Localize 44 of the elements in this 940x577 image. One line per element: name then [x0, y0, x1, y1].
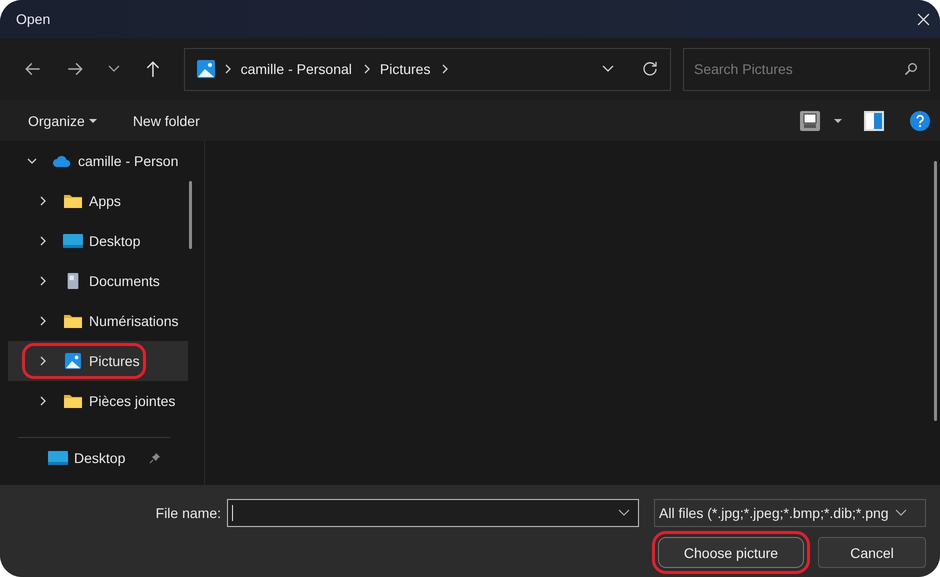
chevron-down-icon[interactable]: [602, 65, 614, 73]
breadcrumb-item[interactable]: Pictures: [380, 61, 430, 77]
chevron-down-icon[interactable]: [618, 509, 630, 517]
organize-menu-button[interactable]: Organize: [16, 106, 109, 134]
desktop-icon: [48, 450, 68, 466]
tree-item[interactable]: camille - Person: [8, 141, 188, 181]
help-icon[interactable]: [910, 110, 930, 130]
search-field[interactable]: Search Pictures: [682, 48, 930, 90]
caret-icon: [88, 118, 97, 122]
folder-icon: [63, 313, 83, 329]
window-title: Open: [16, 11, 50, 27]
quick-access-item[interactable]: Desktop: [8, 440, 188, 476]
file-name-label: File name:: [156, 505, 221, 521]
pictures-icon: [63, 353, 83, 369]
search-icon: [904, 62, 918, 76]
back-arrow-icon[interactable]: [24, 60, 42, 78]
chevron-right-icon: [442, 64, 448, 74]
new-folder-button[interactable]: New folder: [120, 106, 212, 134]
refresh-icon[interactable]: [642, 61, 658, 77]
folder-icon: [63, 193, 83, 209]
chevron-down-icon[interactable]: [894, 509, 907, 517]
chevron-right-icon: [224, 64, 231, 74]
cancel-button[interactable]: Cancel: [818, 537, 926, 568]
breadcrumb-item[interactable]: camille - Personal: [240, 61, 352, 77]
file-type-dropdown[interactable]: All files (*.jpg;*.jpeg;*.bmp;*.dib;*.png: [654, 499, 926, 527]
cloud-icon: [52, 153, 72, 169]
address-bar[interactable]: camille - Personal Pictures: [184, 48, 671, 90]
tree-item[interactable]: Apps: [8, 181, 188, 221]
file-name-field[interactable]: [227, 499, 639, 527]
tree-item[interactable]: Documents: [8, 261, 188, 301]
tree-item[interactable]: Pictures: [8, 341, 188, 381]
tree-item[interactable]: Numérisations: [8, 301, 188, 341]
view-options-icon[interactable]: [800, 110, 820, 130]
pictures-icon: [196, 60, 215, 78]
chevron-right-icon: [364, 64, 370, 74]
dropdown-arrow-icon[interactable]: [834, 118, 842, 122]
forward-arrow-icon[interactable]: [66, 60, 84, 78]
desktop-icon: [63, 233, 83, 249]
preview-pane-icon[interactable]: [864, 110, 884, 130]
tree-item[interactable]: Desktop: [8, 221, 188, 261]
folder-icon: [63, 393, 83, 409]
chevron-down-icon[interactable]: [108, 65, 120, 73]
close-icon[interactable]: [917, 12, 930, 26]
tree-item[interactable]: Pièces jointes: [8, 381, 188, 421]
